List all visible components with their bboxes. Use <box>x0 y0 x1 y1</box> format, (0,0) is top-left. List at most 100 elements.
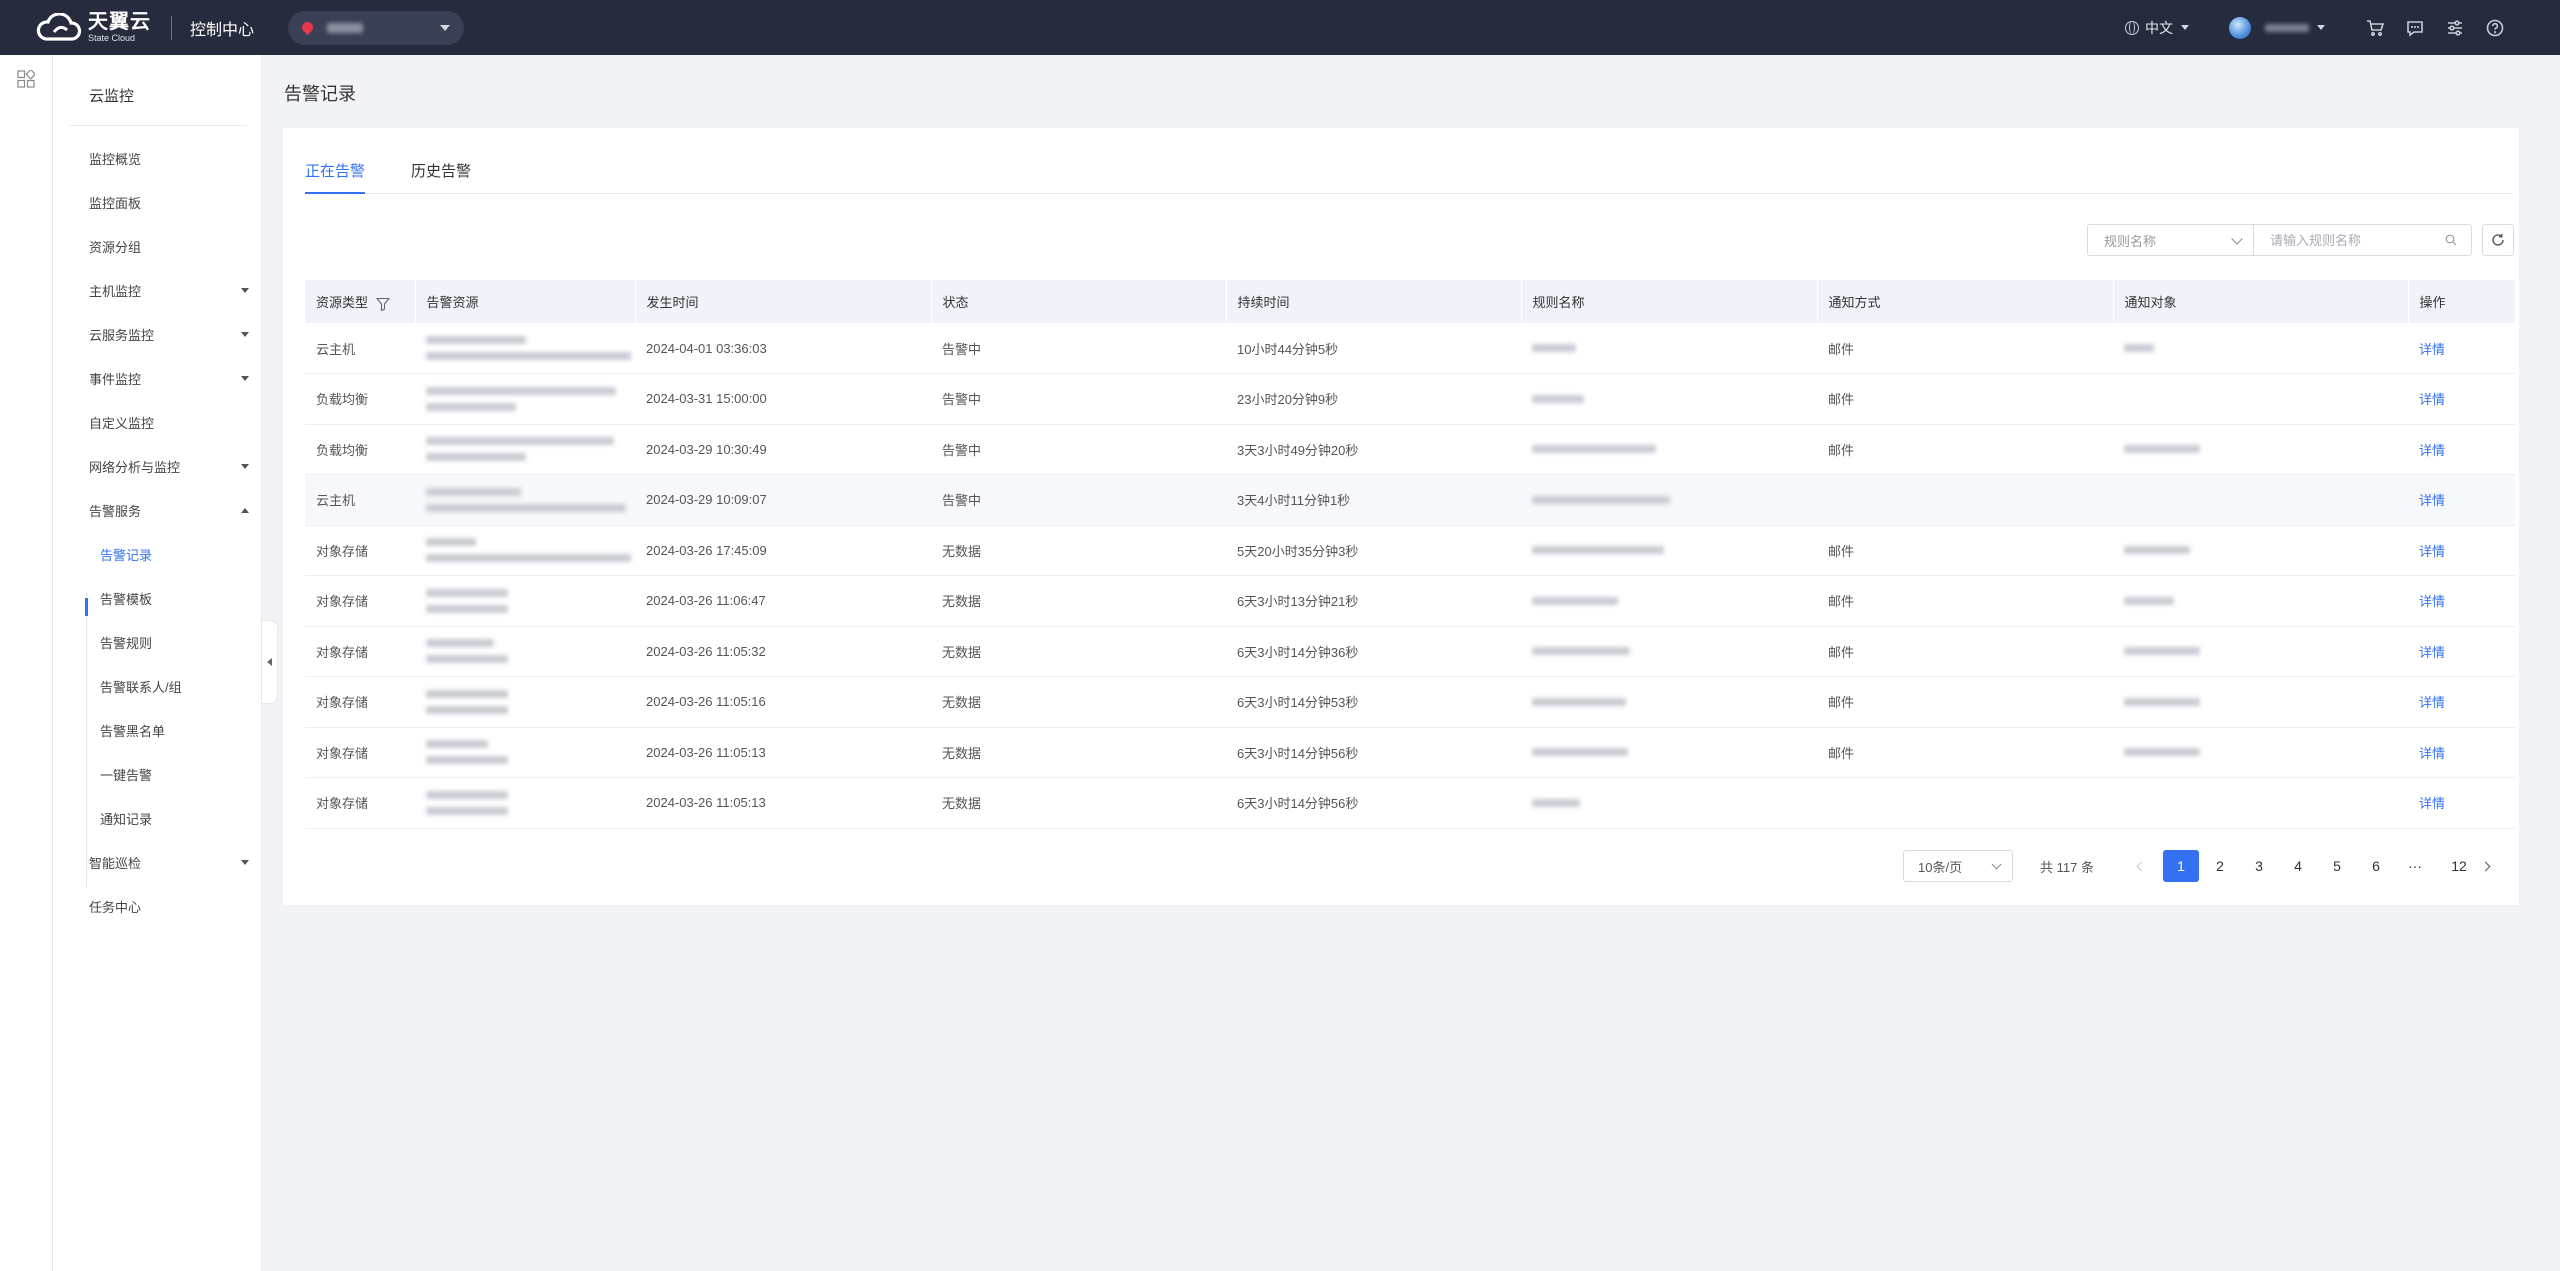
cell-rule-name[interactable] <box>1521 323 1817 374</box>
cell-rule-name[interactable] <box>1521 676 1817 728</box>
column-header-0[interactable]: 资源类型 <box>305 280 416 323</box>
cell-action: 详情 <box>2408 626 2515 677</box>
cell-status: 告警中 <box>931 373 1226 425</box>
sidebar-item-1[interactable]: 监控面板 <box>89 193 249 212</box>
table-row[interactable]: 对象存储 2024-03-26 11:05:13 无数据 6天3小时14分钟56… <box>305 777 2515 829</box>
user-menu[interactable] <box>2229 16 2325 39</box>
username-redacted <box>2265 23 2309 32</box>
console-title[interactable]: 控制中心 <box>190 16 254 40</box>
page-button-6[interactable]: ··· <box>2397 850 2433 882</box>
page-size-select[interactable]: 10条/页 <box>1903 850 2013 882</box>
prev-page-button[interactable] <box>2123 850 2159 882</box>
next-page-button[interactable] <box>2467 850 2503 882</box>
sidebar-subitem-5[interactable]: 一键告警 <box>100 765 260 784</box>
active-indicator <box>85 598 88 616</box>
page-title: 告警记录 <box>284 84 356 104</box>
refresh-button[interactable] <box>2482 224 2514 256</box>
table-row[interactable]: 对象存储 2024-03-26 17:45:09 无数据 5天20小时35分钟3… <box>305 525 2515 576</box>
sidebar-subitem-2[interactable]: 告警规则 <box>100 633 260 652</box>
cell-resource-type: 对象存储 <box>305 575 415 627</box>
cart-icon[interactable] <box>2365 18 2385 38</box>
table-row[interactable]: 云主机 2024-03-29 10:09:07 告警中 3天4小时11分钟1秒 … <box>305 474 2515 526</box>
table-row[interactable]: 对象存储 2024-03-26 11:05:13 无数据 6天3小时14分钟56… <box>305 727 2515 778</box>
detail-link[interactable]: 详情 <box>2419 796 2445 811</box>
page-button-2[interactable]: 3 <box>2241 850 2277 882</box>
cell-duration: 3天3小时49分钟20秒 <box>1226 424 1521 475</box>
sidebar-item-2[interactable]: 资源分组 <box>89 237 249 256</box>
cell-notify-target <box>2113 626 2408 677</box>
language-label: 中文 <box>2145 19 2173 36</box>
tab-history-alarms[interactable]: 历史告警 <box>411 160 471 194</box>
detail-link[interactable]: 详情 <box>2419 594 2445 609</box>
sidebar-item-label: 主机监控 <box>89 284 142 299</box>
cell-rule-name[interactable] <box>1521 424 1817 475</box>
sidebar-item-4[interactable]: 云服务监控 <box>89 325 249 344</box>
sidebar-item-bottom-1[interactable]: 任务中心 <box>89 897 249 916</box>
table-row[interactable]: 云主机 2024-04-01 03:36:03 告警中 10小时44分钟5秒 邮… <box>305 323 2515 374</box>
sidebar-item-3[interactable]: 主机监控 <box>89 281 249 300</box>
language-switch[interactable]: 中文 <box>2125 18 2189 38</box>
tab-active-alarms[interactable]: 正在告警 <box>305 160 366 194</box>
sidebar-collapse-button[interactable] <box>262 620 278 704</box>
location-pin-icon <box>299 19 316 36</box>
detail-link[interactable]: 详情 <box>2419 695 2445 710</box>
chevron-down-icon <box>440 24 451 31</box>
region-selector[interactable] <box>288 10 465 45</box>
detail-link[interactable]: 详情 <box>2419 342 2445 357</box>
brand-logo[interactable]: 天翼云 State Cloud <box>34 0 151 55</box>
sidebar-item-8[interactable]: 告警服务 <box>89 501 249 520</box>
detail-link[interactable]: 详情 <box>2419 493 2445 508</box>
sidebar-item-0[interactable]: 监控概览 <box>89 149 249 168</box>
cell-rule-name[interactable] <box>1521 575 1817 627</box>
detail-link[interactable]: 详情 <box>2419 746 2445 761</box>
message-icon[interactable] <box>2405 18 2425 38</box>
cell-rule-name[interactable] <box>1521 727 1817 778</box>
settings-sliders-icon[interactable] <box>2445 18 2465 38</box>
page-button-5[interactable]: 6 <box>2358 850 2394 882</box>
cell-rule-name[interactable] <box>1521 373 1817 425</box>
sidebar-subitem-label: 告警模板 <box>100 592 153 607</box>
avatar <box>2229 16 2251 39</box>
filter-icon[interactable] <box>376 297 391 311</box>
page-button-3[interactable]: 4 <box>2280 850 2316 882</box>
search-icon[interactable] <box>2445 234 2457 246</box>
sidebar-item-bottom-0[interactable]: 智能巡检 <box>89 853 249 872</box>
column-header-2: 发生时间 <box>635 280 932 323</box>
sidebar-subitem-0[interactable]: 告警记录 <box>100 545 260 564</box>
cell-status: 无数据 <box>931 525 1226 576</box>
table-row[interactable]: 对象存储 2024-03-26 11:06:47 无数据 6天3小时13分钟21… <box>305 575 2515 627</box>
table-row[interactable]: 负载均衡 2024-03-29 10:30:49 告警中 3天3小时49分钟20… <box>305 424 2515 475</box>
cell-notify-target <box>2113 373 2408 425</box>
detail-link[interactable]: 详情 <box>2419 392 2445 407</box>
cell-rule-name[interactable] <box>1521 525 1817 576</box>
cell-resource-type: 云主机 <box>305 474 415 526</box>
cell-rule-name[interactable] <box>1521 777 1817 829</box>
cell-rule-name[interactable] <box>1521 474 1817 526</box>
cell-duration: 6天3小时14分钟53秒 <box>1226 676 1521 728</box>
sidebar-subitem-4[interactable]: 告警黑名单 <box>100 721 260 740</box>
sidebar-item-7[interactable]: 网络分析与监控 <box>89 457 249 476</box>
detail-link[interactable]: 详情 <box>2419 645 2445 660</box>
chevron-down-icon <box>241 860 249 865</box>
cloud-logo-icon <box>36 12 82 41</box>
sidebar-item-5[interactable]: 事件监控 <box>89 369 249 388</box>
help-icon[interactable] <box>2485 18 2505 38</box>
search-field-select[interactable]: 规则名称 <box>2087 224 2253 256</box>
sidebar-subitem-6[interactable]: 通知记录 <box>100 809 260 828</box>
page-button-1[interactable]: 2 <box>2202 850 2238 882</box>
table-row[interactable]: 负载均衡 2024-03-31 15:00:00 告警中 23小时20分钟9秒 … <box>305 373 2515 425</box>
sidebar-subitem-1[interactable]: 告警模板 <box>100 589 260 608</box>
table-row[interactable]: 对象存储 2024-03-26 11:05:16 无数据 6天3小时14分钟53… <box>305 676 2515 728</box>
column-header-label: 发生时间 <box>646 295 699 310</box>
sidebar-subitem-3[interactable]: 告警联系人/组 <box>100 677 260 696</box>
app-grid-icon[interactable] <box>17 70 35 88</box>
page-button-0[interactable]: 1 <box>2163 850 2199 882</box>
table-row[interactable]: 对象存储 2024-03-26 11:05:32 无数据 6天3小时14分钟36… <box>305 626 2515 677</box>
cell-occur-time: 2024-03-26 11:05:13 <box>635 777 931 829</box>
detail-link[interactable]: 详情 <box>2419 443 2445 458</box>
cell-rule-name[interactable] <box>1521 626 1817 677</box>
sidebar-item-6[interactable]: 自定义监控 <box>89 413 249 432</box>
page-button-4[interactable]: 5 <box>2319 850 2355 882</box>
rule-name-search-input[interactable] <box>2253 224 2472 256</box>
detail-link[interactable]: 详情 <box>2419 544 2445 559</box>
